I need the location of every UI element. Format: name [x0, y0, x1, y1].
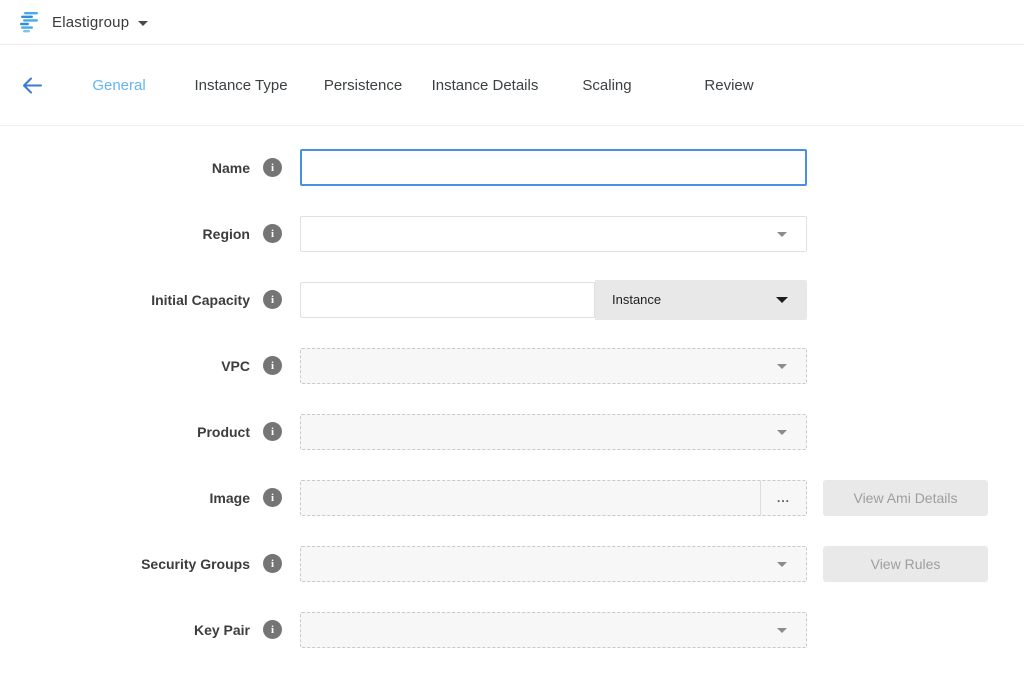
- chevron-down-icon: [777, 232, 787, 237]
- tab-instance-type[interactable]: Instance Type: [180, 77, 302, 94]
- field-row-vpc: VPC i: [0, 347, 1024, 384]
- field-row-name: Name i: [0, 149, 1024, 186]
- app-title: Elastigroup: [52, 14, 129, 31]
- product-select: [300, 414, 807, 450]
- info-icon[interactable]: i: [263, 356, 282, 375]
- chevron-down-icon: [777, 562, 787, 567]
- name-input[interactable]: [300, 149, 807, 186]
- key-pair-select: [300, 612, 807, 648]
- field-row-security-groups: Security Groups i View Rules: [0, 545, 1024, 582]
- app-header: Elastigroup: [0, 0, 1024, 45]
- region-select[interactable]: [300, 216, 807, 252]
- capacity-unit-select[interactable]: Instance: [595, 280, 807, 320]
- field-row-initial-capacity: Initial Capacity i Instance: [0, 281, 1024, 318]
- general-form: Name i Region i Initial Capacity i Insta…: [0, 126, 1024, 648]
- info-icon[interactable]: i: [263, 488, 282, 507]
- chevron-down-icon: [777, 430, 787, 435]
- info-icon[interactable]: i: [263, 554, 282, 573]
- field-row-product: Product i: [0, 413, 1024, 450]
- region-label: Region: [0, 226, 250, 242]
- chevron-down-icon: [777, 628, 787, 633]
- back-arrow-icon[interactable]: [22, 75, 44, 95]
- image-value: [301, 481, 760, 515]
- image-label: Image: [0, 490, 250, 506]
- browse-image-button: ...: [760, 481, 806, 515]
- field-row-region: Region i: [0, 215, 1024, 252]
- name-label: Name: [0, 160, 250, 176]
- vpc-select: [300, 348, 807, 384]
- key-pair-label: Key Pair: [0, 622, 250, 638]
- info-icon[interactable]: i: [263, 158, 282, 177]
- tab-review[interactable]: Review: [668, 77, 790, 94]
- security-groups-select: [300, 546, 807, 582]
- field-row-key-pair: Key Pair i: [0, 611, 1024, 648]
- tab-general[interactable]: General: [58, 77, 180, 94]
- capacity-unit-value: Instance: [612, 292, 661, 307]
- initial-capacity-input[interactable]: [300, 282, 595, 318]
- wizard-tabbar: General Instance Type Persistence Instan…: [0, 45, 1024, 126]
- image-field: ...: [300, 480, 807, 516]
- tab-scaling[interactable]: Scaling: [546, 77, 668, 94]
- wizard-tabs: General Instance Type Persistence Instan…: [58, 77, 790, 94]
- chevron-down-icon: [776, 297, 788, 303]
- info-icon[interactable]: i: [263, 290, 282, 309]
- product-label: Product: [0, 424, 250, 440]
- elastigroup-logo-icon: [15, 10, 43, 34]
- info-icon[interactable]: i: [263, 422, 282, 441]
- tab-persistence[interactable]: Persistence: [302, 77, 424, 94]
- security-groups-label: Security Groups: [0, 556, 250, 572]
- field-row-image: Image i ... View Ami Details: [0, 479, 1024, 516]
- view-rules-button[interactable]: View Rules: [823, 546, 988, 582]
- initial-capacity-label: Initial Capacity: [0, 292, 250, 308]
- info-icon[interactable]: i: [263, 224, 282, 243]
- chevron-down-icon[interactable]: [138, 21, 148, 26]
- info-icon[interactable]: i: [263, 620, 282, 639]
- chevron-down-icon: [777, 364, 787, 369]
- vpc-label: VPC: [0, 358, 250, 374]
- tab-instance-details[interactable]: Instance Details: [424, 77, 546, 94]
- view-ami-details-button[interactable]: View Ami Details: [823, 480, 988, 516]
